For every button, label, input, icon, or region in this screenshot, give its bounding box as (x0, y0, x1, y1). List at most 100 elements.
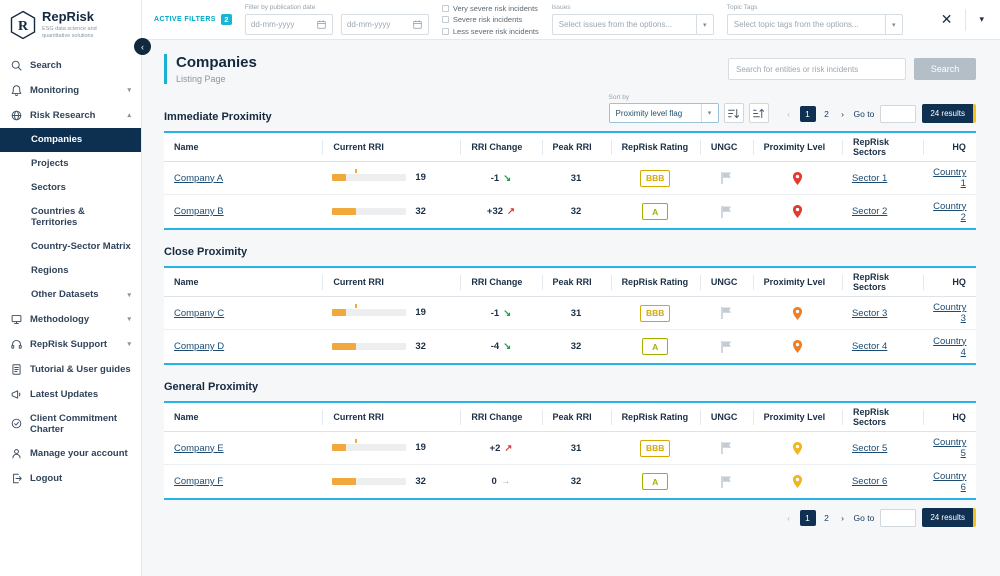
checkbox-label: Severe risk incidents (453, 15, 522, 24)
entity-search-input[interactable] (728, 58, 906, 80)
monitor-icon (10, 313, 23, 326)
topic-tags-select[interactable]: Select topic tags from the options... ▾ (727, 14, 903, 35)
globe-icon (10, 109, 23, 122)
chevron-down-icon: ▾ (127, 291, 131, 299)
hq-link[interactable]: Country 6 (933, 471, 966, 493)
rri-value: 19 (415, 172, 426, 183)
peak-rri-value: 31 (542, 173, 611, 184)
rri-change-value: -1 (491, 173, 511, 184)
topic-tags-filter: Topic Tags Select topic tags from the op… (727, 4, 903, 35)
clear-filters-button[interactable]: ✕ (937, 9, 957, 30)
table-row: Company E 19 +2 31 BBB Sector 5 Country … (164, 432, 976, 465)
sort-descending-button[interactable] (749, 103, 769, 123)
sidebar-item-manage-account[interactable]: Manage your account (0, 441, 141, 466)
sidebar-item-regions[interactable]: Regions (0, 259, 141, 283)
sidebar-item-companies[interactable]: Companies (0, 128, 141, 152)
col-proximity-level: Proximity Lvel (753, 140, 842, 155)
hq-link[interactable]: Country 1 (933, 167, 966, 189)
page-1-button[interactable]: 1 (800, 510, 816, 526)
sort-asc-icon (727, 107, 740, 120)
next-page-button[interactable]: › (838, 513, 848, 523)
peak-rri-value: 31 (542, 443, 611, 454)
sidebar-item-other-datasets[interactable]: Other Datasets▾ (0, 283, 141, 307)
sidebar-item-reprisk-support[interactable]: RepRisk Support ▾ (0, 332, 141, 357)
hq-link[interactable]: Country 3 (933, 302, 966, 324)
search-button[interactable]: Search (914, 58, 976, 80)
company-link[interactable]: Company E (174, 443, 224, 454)
chevron-down-icon: ▾ (127, 340, 131, 348)
col-current-rri: Current RRI (322, 140, 460, 155)
company-link[interactable]: Company C (174, 308, 224, 319)
prev-page-button[interactable]: ‹ (784, 109, 794, 119)
col-reprisk-sectors: RepRisk Sectors (842, 410, 923, 425)
calendar-icon (412, 19, 423, 30)
sidebar-item-projects[interactable]: Projects (0, 152, 141, 176)
col-hq: HQ (923, 275, 976, 290)
sidebar-item-latest-updates[interactable]: Latest Updates (0, 382, 141, 407)
hq-link[interactable]: Country 5 (933, 437, 966, 459)
reprisk-logo: R (10, 10, 36, 40)
sector-link[interactable]: Sector 6 (852, 476, 887, 487)
page-2-button[interactable]: 2 (822, 109, 832, 119)
table-row: Company C 19 -1 31 BBB Sector 3 Country … (164, 297, 976, 330)
page-2-button[interactable]: 2 (822, 513, 832, 523)
sidebar-collapse-toggle[interactable]: ‹ (134, 38, 151, 55)
active-filters-toggle[interactable]: ACTIVE FILTERS 2 (154, 14, 232, 25)
sort-ascending-button[interactable] (724, 103, 744, 123)
date-to-input[interactable] (347, 20, 412, 29)
sector-link[interactable]: Sector 5 (852, 443, 887, 454)
company-link[interactable]: Company B (174, 206, 224, 217)
sidebar-item-country-sector-matrix[interactable]: Country-Sector Matrix (0, 235, 141, 259)
issues-select[interactable]: Select issues from the options... ▾ (552, 14, 714, 35)
sector-link[interactable]: Sector 1 (852, 173, 887, 184)
rri-bar (332, 343, 406, 350)
peak-rri-value: 31 (542, 308, 611, 319)
page-1-button[interactable]: 1 (800, 106, 816, 122)
sidebar-item-logout[interactable]: Logout (0, 466, 141, 491)
severity-checkbox-very-severe[interactable]: Very severe risk incidents (442, 4, 539, 13)
next-page-button[interactable]: › (838, 109, 848, 119)
sidebar-item-countries-territories[interactable]: Countries & Territories (0, 200, 141, 235)
active-filters-count-badge: 2 (221, 14, 232, 25)
collapse-filterbar-button[interactable]: ▾ (975, 12, 988, 27)
reprisk-rating-badge: BBB (640, 440, 670, 457)
rri-value: 32 (415, 206, 426, 217)
certificate-icon (10, 417, 23, 430)
table-row: Company A 19 -1 31 BBB Sector 1 Country … (164, 162, 976, 195)
rri-change-value: +32 (487, 206, 515, 217)
sidebar-item-search[interactable]: Search (0, 53, 141, 78)
sector-link[interactable]: Sector 4 (852, 341, 887, 352)
sidebar-item-tutorial-user-guides[interactable]: Tutorial & User guides (0, 357, 141, 382)
rri-bar (332, 174, 406, 181)
date-from-field[interactable] (245, 14, 333, 35)
table-header-row: Name Current RRI RRI Change Peak RRI Rep… (164, 133, 976, 162)
bell-icon (10, 84, 23, 97)
publication-date-filter: Filter by publication date (245, 4, 429, 35)
company-link[interactable]: Company D (174, 341, 224, 352)
sidebar-item-client-commitment-charter[interactable]: Client Commitment Charter (0, 407, 141, 441)
date-from-input[interactable] (251, 20, 316, 29)
date-to-field[interactable] (341, 14, 429, 35)
sidebar-item-risk-research[interactable]: Risk Research ▴ (0, 103, 141, 128)
severity-checkbox-less-severe[interactable]: Less severe risk incidents (442, 27, 539, 36)
goto-label: Go to (854, 513, 875, 523)
company-link[interactable]: Company F (174, 476, 223, 487)
goto-page-input[interactable] (880, 509, 916, 527)
hq-link[interactable]: Country 2 (933, 201, 966, 223)
proximity-pin-icon (791, 474, 804, 489)
checkbox-icon (442, 16, 449, 23)
proximity-pin-icon (791, 171, 804, 186)
hq-link[interactable]: Country 4 (933, 336, 966, 358)
ungc-flag-icon (720, 340, 732, 354)
severity-checkbox-severe[interactable]: Severe risk incidents (442, 15, 539, 24)
sidebar-item-methodology[interactable]: Methodology ▾ (0, 307, 141, 332)
sector-link[interactable]: Sector 2 (852, 206, 887, 217)
goto-page-input[interactable] (880, 105, 916, 123)
sidebar-item-label: Methodology (30, 314, 89, 325)
sector-link[interactable]: Sector 3 (852, 308, 887, 319)
sort-select[interactable]: Proximity level flag ▾ (609, 103, 719, 123)
company-link[interactable]: Company A (174, 173, 223, 184)
sidebar-item-sectors[interactable]: Sectors (0, 176, 141, 200)
sidebar-item-monitoring[interactable]: Monitoring ▾ (0, 78, 141, 103)
prev-page-button[interactable]: ‹ (784, 513, 794, 523)
